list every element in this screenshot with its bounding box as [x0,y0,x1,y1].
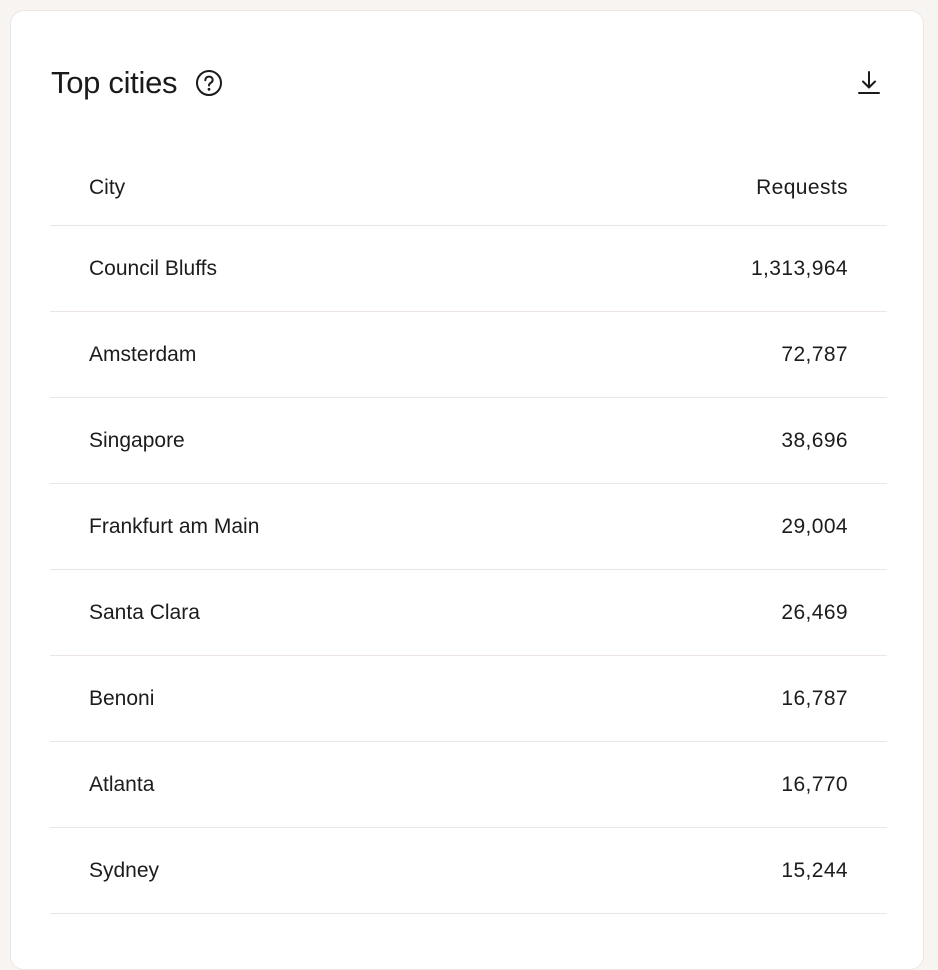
column-header-city[interactable]: City [89,176,125,200]
city-name: Benoni [89,686,155,710]
table-row: Frankfurt am Main 29,004 [50,484,887,570]
download-icon[interactable] [855,69,883,97]
request-count: 16,787 [781,686,848,710]
city-name: Amsterdam [89,342,197,366]
table-row: Singapore 38,696 [50,398,887,484]
column-header-requests[interactable]: Requests [756,176,848,200]
request-count: 26,469 [781,600,848,624]
card-header: Top cities [51,63,883,103]
table-row: Atlanta 16,770 [50,742,887,828]
table-row: Amsterdam 72,787 [50,312,887,398]
table-row: Santa Clara 26,469 [50,570,887,656]
city-name: Singapore [89,428,185,452]
table-row: Benoni 16,787 [50,656,887,742]
card-title: Top cities [51,65,178,100]
city-name: Frankfurt am Main [89,514,260,538]
city-name: Santa Clara [89,600,200,624]
request-count: 38,696 [781,428,848,452]
top-cities-card: Top cities City Requests Council Bluffs … [10,10,924,970]
city-name: Council Bluffs [89,256,218,280]
city-name: Sydney [89,858,160,882]
request-count: 72,787 [781,342,848,366]
table-header-row: City Requests [50,150,887,226]
table-row: Sydney 15,244 [50,828,887,914]
city-name: Atlanta [89,772,155,796]
request-count: 15,244 [781,858,848,882]
question-circle-icon[interactable] [195,69,223,97]
table-row: Council Bluffs 1,313,964 [50,226,887,312]
request-count: 29,004 [781,514,848,538]
request-count: 1,313,964 [750,256,848,280]
cities-table: City Requests Council Bluffs 1,313,964 A… [50,150,887,914]
request-count: 16,770 [781,772,848,796]
